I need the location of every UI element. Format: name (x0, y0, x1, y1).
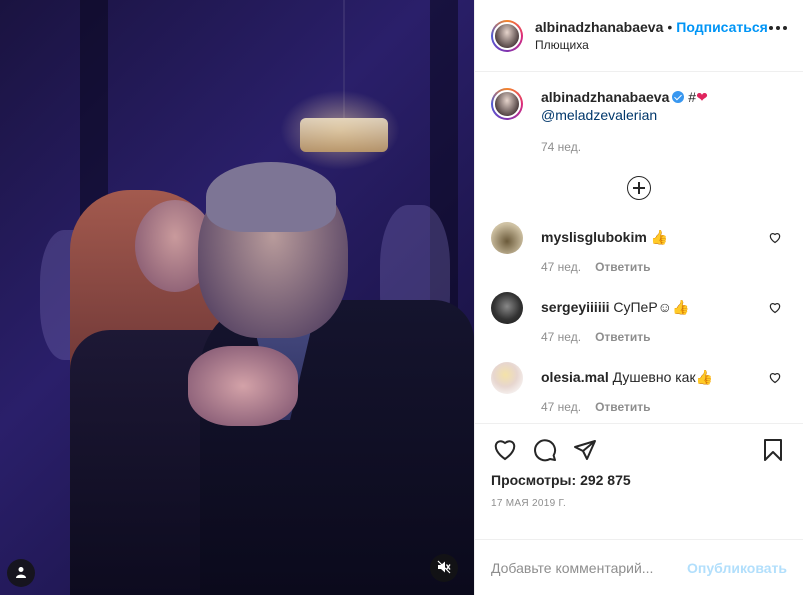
caption-avatar[interactable] (491, 88, 523, 120)
reply-button[interactable]: Ответить (595, 400, 650, 414)
comment-age[interactable]: 47 нед. (541, 260, 581, 274)
comment-username[interactable]: myslisglubokim (541, 229, 647, 245)
verified-badge-icon (672, 91, 685, 103)
caption-hashtag[interactable]: # (688, 89, 696, 105)
follow-button[interactable]: Подписаться (676, 19, 768, 35)
bookmark-icon (764, 439, 782, 461)
speaker-muted-icon (437, 560, 451, 577)
views-number: 292 875 (580, 472, 631, 488)
post-video[interactable] (0, 0, 474, 595)
comment-item: myslisglubokim 👍 47 нед. Ответить (491, 222, 787, 274)
more-options-icon[interactable] (769, 26, 787, 30)
instagram-post: albinadzhanabaeva • Подписаться Плющиха al… (0, 0, 803, 595)
views-count[interactable]: Просмотры: 292 875 (485, 472, 793, 488)
comment-item: olesia.mal Душевно как👍 47 нед. Ответить (491, 362, 787, 414)
publish-button[interactable]: Опубликовать (687, 560, 787, 576)
heart-icon (494, 440, 516, 461)
commenter-avatar[interactable] (491, 222, 523, 254)
share-button[interactable] (565, 430, 605, 470)
user-icon (15, 565, 27, 581)
comment-input[interactable] (491, 559, 688, 576)
comment-username[interactable]: sergeyiiiiii (541, 299, 609, 315)
man-hair (206, 162, 336, 232)
comment-bubble-icon (534, 439, 557, 462)
chandelier (300, 118, 388, 152)
comment-composer: Опубликовать (475, 539, 803, 595)
comment-age[interactable]: 47 нед. (541, 400, 581, 414)
author-avatar[interactable] (491, 19, 523, 52)
heart-icon[interactable] (769, 302, 781, 314)
load-more-comments[interactable] (491, 176, 787, 200)
commenter-avatar[interactable] (491, 292, 523, 324)
post-actions: Просмотры: 292 875 17 МАЯ 2019 Г. (475, 423, 803, 539)
author-username[interactable]: albinadzhanabaeva (535, 19, 663, 35)
man-suit (200, 300, 474, 595)
comment-age[interactable]: 47 нед. (541, 330, 581, 344)
caption-heart: ❤ (696, 89, 708, 105)
clasped-hands (188, 346, 298, 426)
comment-button[interactable] (525, 430, 565, 470)
location-link[interactable]: Плющиха (535, 36, 768, 54)
heart-icon[interactable] (769, 372, 781, 384)
caption: albinadzhanabaeva #❤ @meladzevalerian (491, 88, 787, 124)
commenter-avatar[interactable] (491, 362, 523, 394)
comment-text: 👍 (650, 229, 669, 245)
separator: • (667, 18, 673, 35)
comment-text: СуПеР☺👍 (613, 299, 690, 315)
tagged-user-button[interactable] (7, 559, 35, 587)
caption-username[interactable]: albinadzhanabaeva (541, 89, 669, 105)
save-button[interactable] (753, 430, 793, 470)
plus-circle-icon[interactable] (627, 176, 651, 200)
caption-mention[interactable]: @meladzevalerian (541, 107, 657, 123)
paper-plane-icon (574, 440, 596, 460)
comment-text: Душевно как👍 (612, 369, 714, 385)
post-date[interactable]: 17 МАЯ 2019 Г. (485, 498, 793, 509)
comments-list[interactable]: albinadzhanabaeva #❤ @meladzevalerian 74… (475, 72, 803, 423)
reply-button[interactable]: Ответить (595, 330, 650, 344)
views-label: Просмотры: (491, 472, 577, 488)
post-sidebar: albinadzhanabaeva • Подписаться Плющиха al… (474, 0, 803, 595)
like-button[interactable] (485, 430, 525, 470)
post-header: albinadzhanabaeva • Подписаться Плющиха (475, 0, 803, 72)
mute-button[interactable] (430, 554, 458, 582)
caption-age[interactable]: 74 нед. (541, 140, 787, 154)
comment-item: sergeyiiiiii СуПеР☺👍 47 нед. Ответить (491, 292, 787, 344)
heart-icon[interactable] (769, 232, 781, 244)
reply-button[interactable]: Ответить (595, 260, 650, 274)
comment-username[interactable]: olesia.mal (541, 369, 609, 385)
